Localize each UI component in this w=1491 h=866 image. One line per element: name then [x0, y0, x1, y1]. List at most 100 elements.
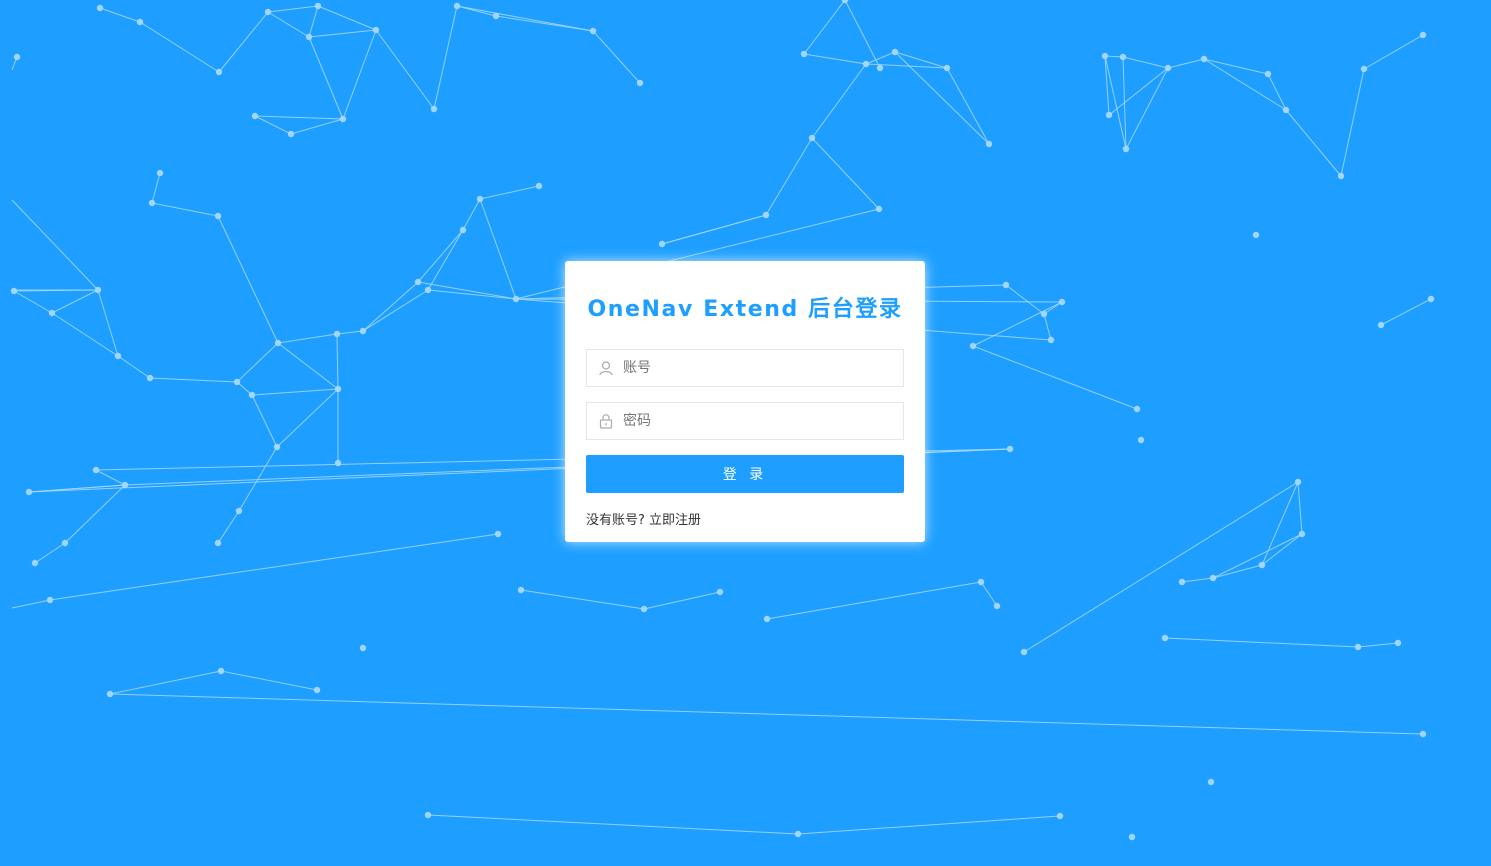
register-link[interactable]: 立即注册 — [649, 513, 701, 528]
network-line — [267, 11, 310, 38]
network-line — [1340, 68, 1365, 177]
network-node — [233, 378, 241, 386]
network-line — [49, 533, 499, 601]
network-line — [254, 115, 292, 135]
network-node — [800, 50, 808, 58]
network-line — [1380, 298, 1432, 326]
network-node — [993, 602, 1001, 610]
network-node — [1209, 574, 1217, 582]
username-input[interactable] — [623, 350, 893, 386]
network-node — [1394, 639, 1402, 647]
register-prompt: 没有账号? 立即注册 — [586, 509, 701, 528]
network-node — [334, 459, 342, 467]
network-node — [977, 578, 985, 586]
network-line — [433, 5, 458, 110]
network-node — [94, 286, 102, 294]
network-node — [106, 690, 114, 698]
network-line — [95, 469, 126, 486]
network-line — [109, 693, 1424, 735]
network-line — [290, 118, 344, 135]
network-node — [1360, 65, 1368, 73]
network-line — [765, 137, 813, 216]
network-line — [362, 281, 419, 332]
network-node — [875, 205, 883, 213]
network-line — [99, 7, 141, 23]
password-field[interactable] — [586, 402, 904, 440]
network-node — [636, 79, 644, 87]
network-line — [462, 198, 481, 231]
network-node — [985, 140, 993, 148]
password-input[interactable] — [623, 403, 893, 439]
network-line — [479, 185, 540, 200]
network-line — [1285, 109, 1342, 177]
network-line — [151, 202, 219, 217]
network-node — [339, 115, 347, 123]
network-node — [214, 539, 222, 547]
username-field[interactable] — [586, 349, 904, 387]
network-node — [1419, 730, 1427, 738]
network-line — [1181, 577, 1214, 583]
network-node — [287, 130, 295, 138]
network-node — [762, 211, 770, 219]
network-line — [1108, 67, 1169, 116]
network-node — [453, 2, 461, 10]
login-button[interactable]: 登 录 — [586, 455, 904, 493]
network-line — [1203, 58, 1269, 75]
network-node — [1056, 812, 1064, 820]
network-node — [512, 295, 520, 303]
network-node — [430, 105, 438, 113]
network-node — [891, 48, 899, 56]
network-node — [313, 686, 321, 694]
network-node — [1047, 336, 1055, 344]
network-node — [1002, 281, 1010, 289]
network-line — [1212, 564, 1263, 579]
network-node — [1354, 643, 1362, 651]
network-node — [1137, 436, 1145, 444]
network-node — [1020, 648, 1028, 656]
network-node — [794, 830, 802, 838]
network-node — [1119, 53, 1127, 61]
network-line — [844, 0, 881, 69]
network-node — [658, 240, 666, 248]
network-node — [61, 539, 69, 547]
network-node — [716, 588, 724, 596]
network-node — [333, 330, 341, 338]
network-line — [427, 229, 464, 291]
network-node — [1178, 578, 1186, 586]
network-node — [25, 488, 33, 496]
network-line — [51, 289, 99, 314]
network-line — [217, 215, 279, 344]
network-line — [308, 36, 344, 120]
network-line — [342, 29, 377, 120]
network-node — [424, 286, 432, 294]
network-node — [96, 4, 104, 12]
network-line — [277, 333, 338, 344]
network-line — [797, 815, 1061, 835]
network-node — [492, 12, 500, 20]
network-node — [359, 327, 367, 335]
network-line — [980, 581, 998, 607]
network-node — [1252, 231, 1260, 239]
network-node — [10, 287, 18, 295]
network-line — [277, 342, 339, 390]
no-account-text: 没有账号? — [586, 513, 645, 528]
network-line — [217, 510, 240, 544]
network-line — [308, 5, 319, 38]
network-line — [972, 345, 1138, 410]
network-node — [31, 559, 39, 567]
network-line — [1043, 313, 1052, 341]
network-node — [1122, 145, 1130, 153]
network-node — [862, 60, 870, 68]
network-node — [424, 811, 432, 819]
network-line — [109, 670, 222, 695]
network-node — [372, 26, 380, 34]
network-line — [811, 63, 867, 139]
user-icon — [599, 361, 613, 376]
network-node — [13, 53, 21, 61]
network-line — [643, 591, 721, 610]
network-line — [308, 29, 377, 38]
network-node — [146, 374, 154, 382]
network-node — [1105, 111, 1113, 119]
network-line — [11, 199, 99, 291]
network-line — [254, 115, 344, 120]
